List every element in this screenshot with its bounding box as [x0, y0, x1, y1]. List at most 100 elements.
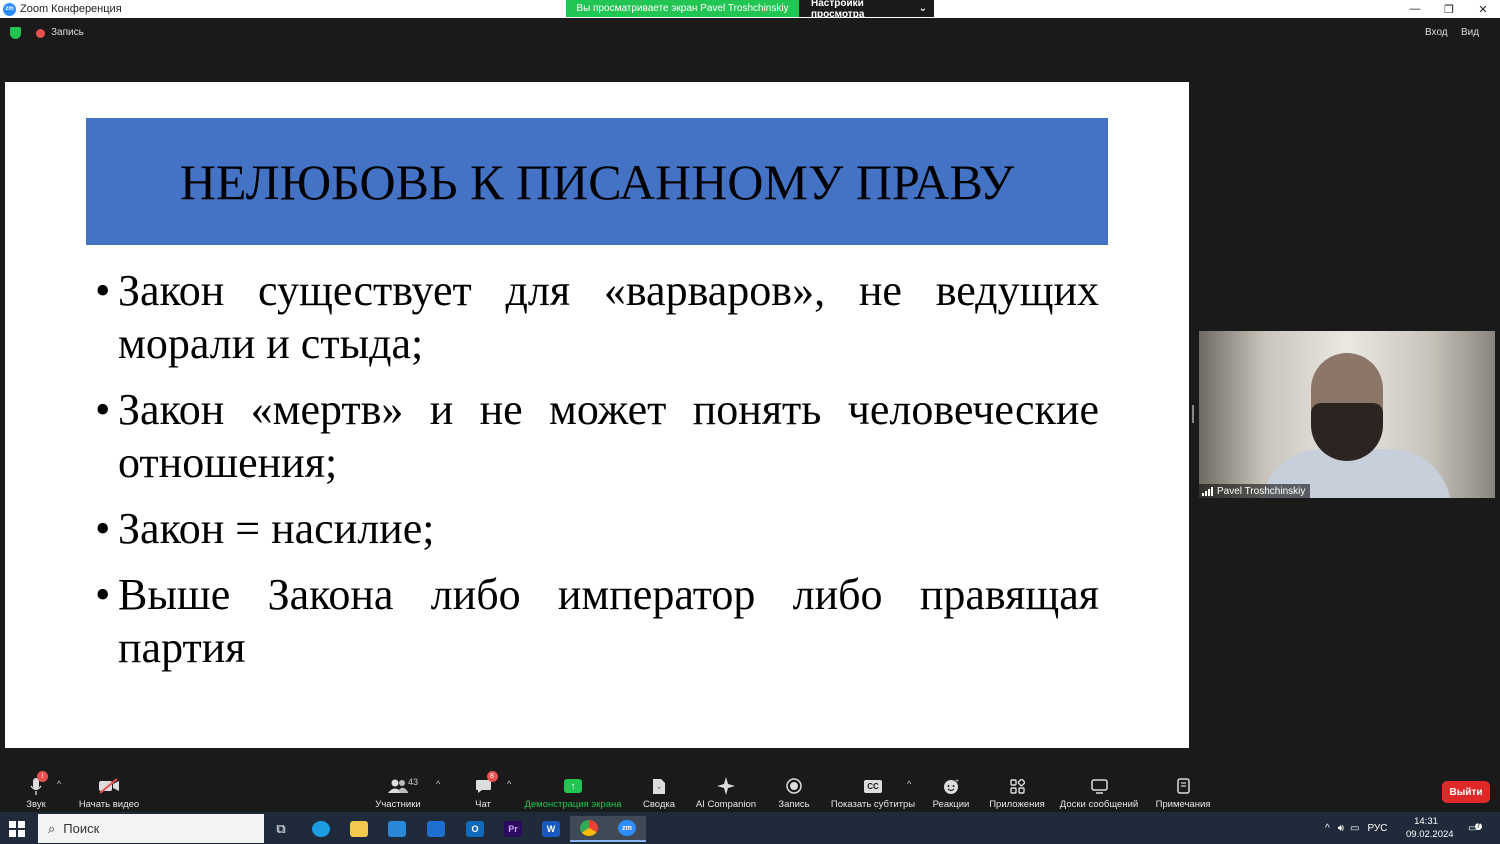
apps-label: Приложения [989, 799, 1045, 810]
view-button[interactable]: Вид [1461, 27, 1479, 38]
apps-button[interactable]: Приложения [988, 766, 1046, 812]
meeting-topbar: Запись Вход Вид [0, 18, 1500, 48]
start-video-label: Начать видео [78, 799, 140, 810]
notifications-button[interactable]: ▭ 7 [1468, 812, 1483, 844]
slide-bullet: Закон = насилие; [95, 502, 1099, 555]
screen-share-banner: Вы просматриваете экран Pavel Troshchins… [566, 0, 934, 20]
login-button[interactable]: Вход [1425, 27, 1448, 38]
chat-label: Чат [475, 799, 491, 810]
volume-icon[interactable]: 🔊︎ [1338, 823, 1344, 834]
reactions-label: Реакции [932, 799, 970, 810]
share-screen-button[interactable]: ↑ Демонстрация экрана [523, 766, 623, 812]
whiteboards-button[interactable]: Доски сообщений [1058, 766, 1140, 812]
notes-label: Примечания [1155, 799, 1211, 810]
edge-icon[interactable] [302, 816, 340, 842]
system-tray: ^ 🔊︎ ▭ РУС [1325, 812, 1388, 844]
whiteboards-label: Доски сообщений [1059, 799, 1139, 810]
notification-count: 7 [1474, 822, 1483, 830]
encryption-shield-icon[interactable] [10, 27, 21, 39]
participant-count: 43 [408, 777, 419, 787]
minimize-button[interactable]: — [1398, 0, 1432, 18]
outlook-icon[interactable]: O [456, 816, 494, 842]
slide-title-box: НЕЛЮБОВЬ К ПИСАННОМУ ПРАВУ [86, 118, 1108, 245]
search-placeholder: Поиск [63, 821, 100, 836]
participants-label: Участники [375, 799, 421, 810]
record-label: Запись [778, 799, 810, 810]
audio-options-caret[interactable]: ^ [57, 779, 61, 789]
window-controls: — ❐ ✕ [1398, 0, 1500, 18]
mail-icon[interactable] [417, 816, 455, 842]
store-icon[interactable] [378, 816, 416, 842]
participant-video-tile[interactable]: Pavel Troshchinskiy [1199, 331, 1495, 498]
clock-time: 14:31 [1414, 816, 1438, 827]
recording-indicator-icon [36, 29, 45, 38]
share-screen-label: Демонстрация экрана [524, 799, 622, 810]
chrome-icon[interactable] [570, 816, 608, 842]
record-button[interactable]: Запись [777, 766, 811, 812]
premiere-icon[interactable]: Pr [494, 816, 532, 842]
outlook-letter: O [466, 821, 484, 837]
taskbar-clock[interactable]: 14:31 09.02.2024 [1406, 815, 1454, 841]
clock-date: 09.02.2024 [1406, 829, 1454, 840]
chat-button[interactable]: 8 Чат [470, 766, 498, 812]
notification-icon: ▭ 7 [1468, 822, 1483, 834]
signal-bars-icon [1202, 486, 1213, 496]
microphone-icon: ! [30, 771, 48, 797]
captions-options-caret[interactable]: ^ [907, 779, 911, 789]
video-off-icon [98, 775, 120, 797]
apps-grid-icon [1009, 775, 1025, 797]
language-indicator[interactable]: РУС [1367, 823, 1387, 834]
participants-button[interactable]: 43 Участники [373, 766, 423, 812]
shared-screen-slide: НЕЛЮБОВЬ К ПИСАННОМУ ПРАВУ Закон существ… [5, 82, 1189, 748]
participants-options-caret[interactable]: ^ [436, 779, 440, 789]
view-options-dropdown[interactable]: Настройки просмотра ⌄ [799, 0, 934, 20]
participant-name: Pavel Troshchinskiy [1217, 485, 1306, 497]
word-icon[interactable]: W [532, 816, 570, 842]
task-view-icon[interactable]: ⧉ [262, 816, 300, 842]
leave-meeting-button[interactable]: Выйти [1442, 781, 1490, 803]
windows-start-icon[interactable] [9, 821, 25, 837]
windows-taskbar: ⌕ Поиск ⧉ O Pr W zm ^ 🔊︎ ▭ РУС 14:31 09.… [0, 812, 1500, 844]
search-icon: ⌕ [48, 820, 56, 836]
zoom-icon[interactable]: zm [608, 816, 646, 842]
network-icon[interactable]: ▭ [1350, 823, 1359, 834]
share-screen-icon: ↑ [564, 779, 582, 793]
file-explorer-icon[interactable] [340, 816, 378, 842]
viewing-screen-notice: Вы просматриваете экран Pavel Troshchins… [566, 0, 799, 17]
chat-unread-badge: 8 [486, 771, 498, 782]
tray-chevron-icon[interactable]: ^ [1325, 823, 1330, 834]
share-screen-icon-wrap: ↑ [564, 775, 582, 797]
word-letter: W [542, 821, 560, 837]
zoom-app-icon: zm [3, 2, 16, 16]
restore-button[interactable]: ❐ [1432, 0, 1466, 18]
summary-button[interactable]: Сводка [641, 766, 677, 812]
participant-name-tag: Pavel Troshchinskiy [1199, 484, 1311, 498]
show-captions-button[interactable]: CC Показать субтитры [830, 766, 916, 812]
window-title: Zoom Конференция [20, 3, 122, 15]
summary-label: Сводка [642, 799, 676, 810]
record-icon [786, 775, 802, 797]
whiteboard-icon [1090, 775, 1108, 797]
ai-companion-label: AI Companion [695, 799, 757, 810]
participants-icon: 43 [388, 775, 418, 797]
notes-icon [1176, 775, 1190, 797]
chat-bubble-icon: 8 [475, 771, 498, 797]
svg-text:+: + [955, 778, 959, 785]
sparkle-icon [717, 775, 735, 797]
taskbar-search-box[interactable]: ⌕ Поиск [38, 814, 264, 843]
close-button[interactable]: ✕ [1466, 0, 1500, 18]
ai-companion-button[interactable]: AI Companion [695, 766, 757, 812]
slide-bullet: Выше Закона либо император либо правящая… [95, 568, 1099, 674]
chat-options-caret[interactable]: ^ [507, 779, 511, 789]
premiere-letters: Pr [504, 821, 522, 837]
start-video-button[interactable]: Начать видео [78, 766, 140, 812]
slide-bullet-list: Закон существует для «варваров», не веду… [95, 264, 1099, 687]
audio-button[interactable]: ! Звук [22, 766, 50, 812]
notes-button[interactable]: Примечания [1154, 766, 1212, 812]
recording-label[interactable]: Запись [51, 27, 84, 38]
closed-captions-icon: CC [864, 775, 882, 797]
slide-title: НЕЛЮБОВЬ К ПИСАННОМУ ПРАВУ [179, 153, 1015, 210]
panel-resize-handle[interactable] [1192, 405, 1194, 423]
reactions-button[interactable]: + Реакции [932, 766, 970, 812]
audio-label: Звук [26, 799, 46, 810]
